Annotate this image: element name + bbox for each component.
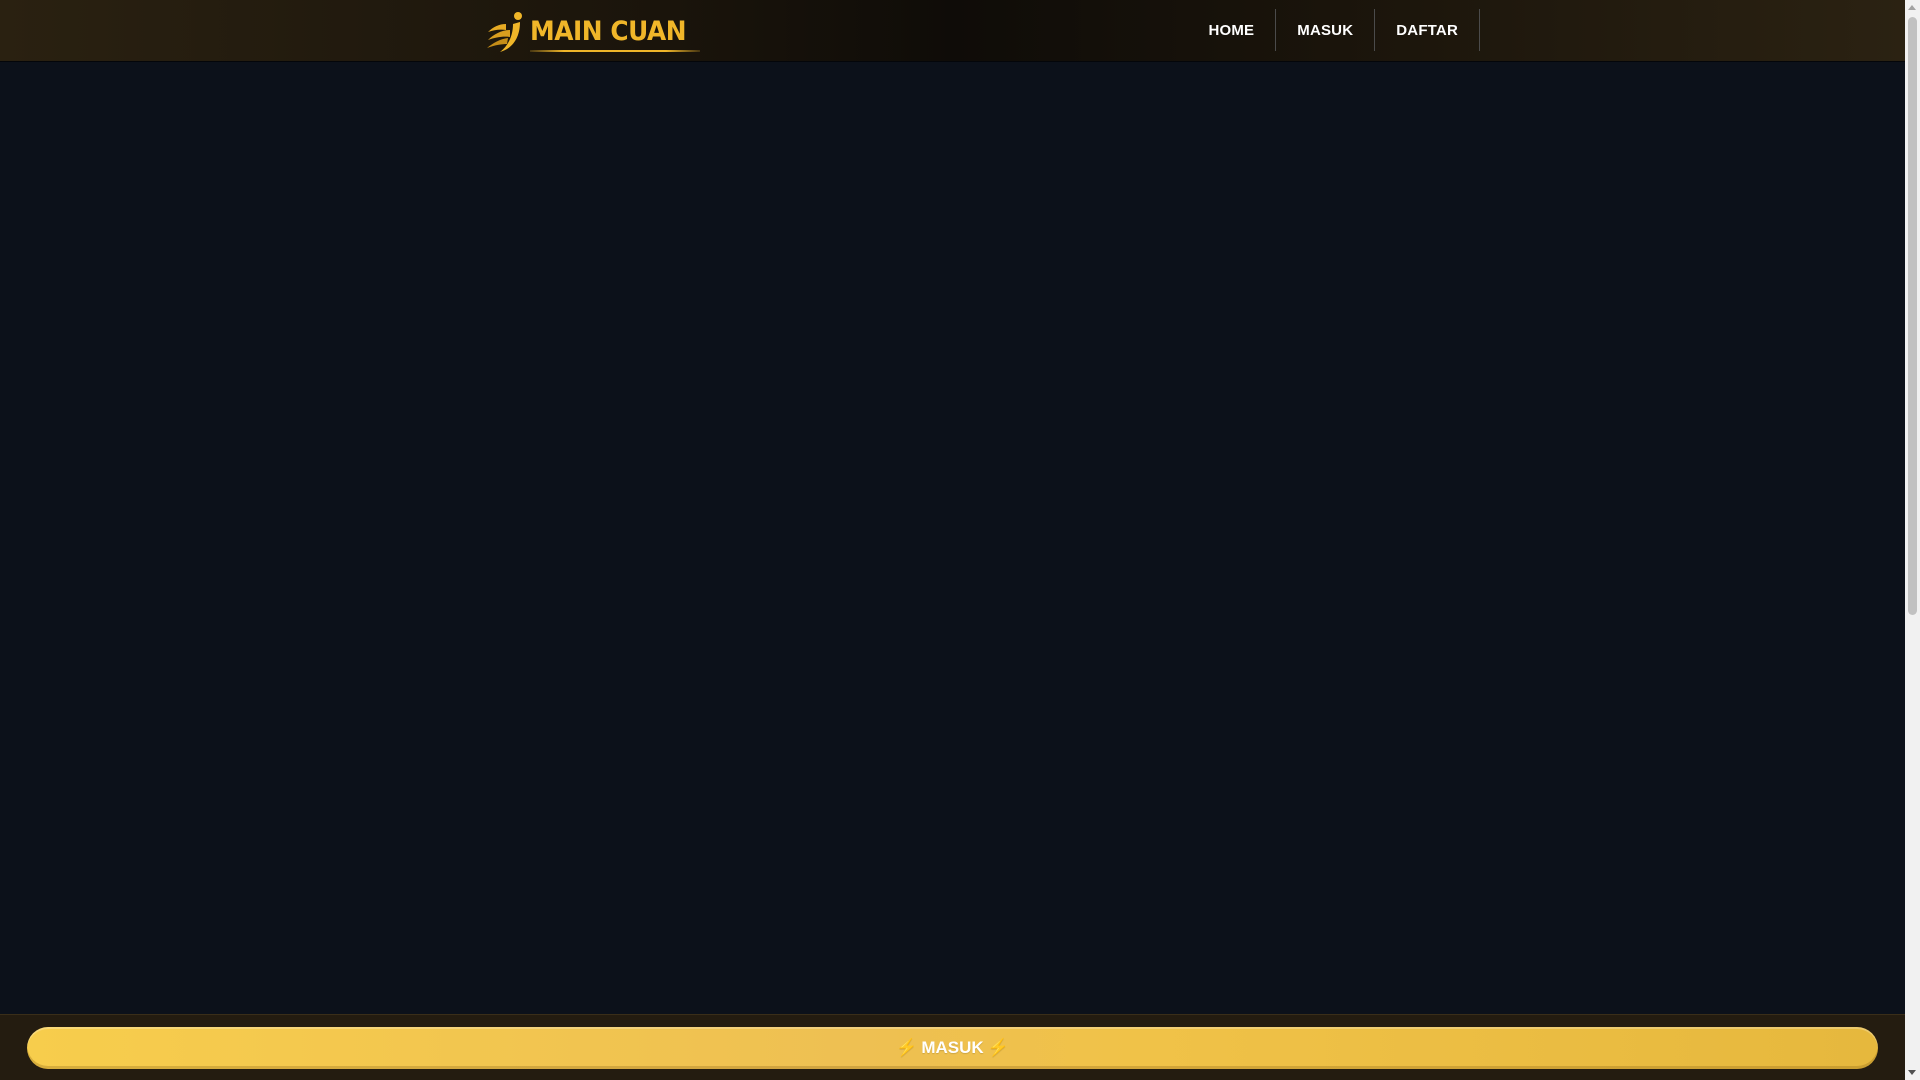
site-logo[interactable]: MAIN CUAN <box>482 10 700 54</box>
gold-figure-icon <box>487 12 522 52</box>
scroll-down-arrow-icon[interactable] <box>1908 1070 1916 1075</box>
scrollbar-thumb[interactable] <box>1908 17 1917 615</box>
bottom-bar: ⚡ MASUK ⚡ <box>0 1014 1905 1080</box>
main-nav: HOME MASUK DAFTAR <box>1187 9 1480 51</box>
nav-daftar[interactable]: DAFTAR <box>1375 9 1480 51</box>
logo-text: MAIN CUAN <box>530 16 687 47</box>
site-header: MAIN CUAN HOME MASUK DAFTAR <box>0 0 1905 61</box>
cta-label: MASUK <box>921 1038 984 1057</box>
lightning-bolt-icon: ⚡ <box>987 1038 1009 1057</box>
lightning-bolt-icon: ⚡ <box>896 1038 918 1057</box>
logo-wordmark: MAIN CUAN <box>530 10 700 54</box>
vertical-scrollbar[interactable] <box>1905 0 1920 1080</box>
page: MAIN CUAN HOME MASUK DAFTAR ⚡ MASUK ⚡ <box>0 0 1920 1080</box>
scroll-up-arrow-icon[interactable] <box>1908 5 1916 10</box>
nav-home[interactable]: HOME <box>1187 9 1277 51</box>
main-viewport: MAIN CUAN HOME MASUK DAFTAR ⚡ MASUK ⚡ <box>0 0 1905 1080</box>
logo-underline <box>530 50 700 52</box>
nav-masuk[interactable]: MASUK <box>1276 9 1376 51</box>
masuk-cta-button[interactable]: ⚡ MASUK ⚡ <box>27 1027 1878 1069</box>
